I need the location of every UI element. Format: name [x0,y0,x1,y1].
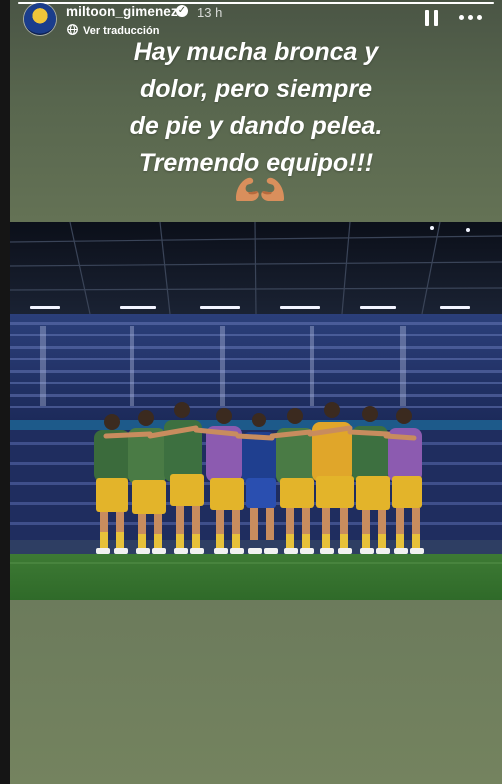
verified-badge-icon: ✓ [176,5,188,17]
caption-line: dolor, pero siempre [139,75,372,103]
pause-icon[interactable] [425,10,439,26]
avatar[interactable] [24,3,56,35]
flexed-biceps-icon [236,177,284,201]
caption-line: Hay mucha bronca y [133,38,379,66]
team-huddle-illustration [10,222,502,600]
story-viewer[interactable]: miltoon_gimenez ✓ 13 h Ver traducción Ha… [10,0,502,784]
left-edge-divider [0,0,10,784]
username[interactable]: miltoon_gimenez [66,4,178,19]
story-caption: Hay mucha bronca y dolor, pero siempre d… [10,34,502,182]
caption-line: de pie y dando pelea. [129,112,383,140]
post-time: 13 h [197,5,223,20]
story-background-bottom [10,600,502,784]
more-options-icon[interactable] [459,15,483,21]
team-huddle-photo [10,222,502,600]
